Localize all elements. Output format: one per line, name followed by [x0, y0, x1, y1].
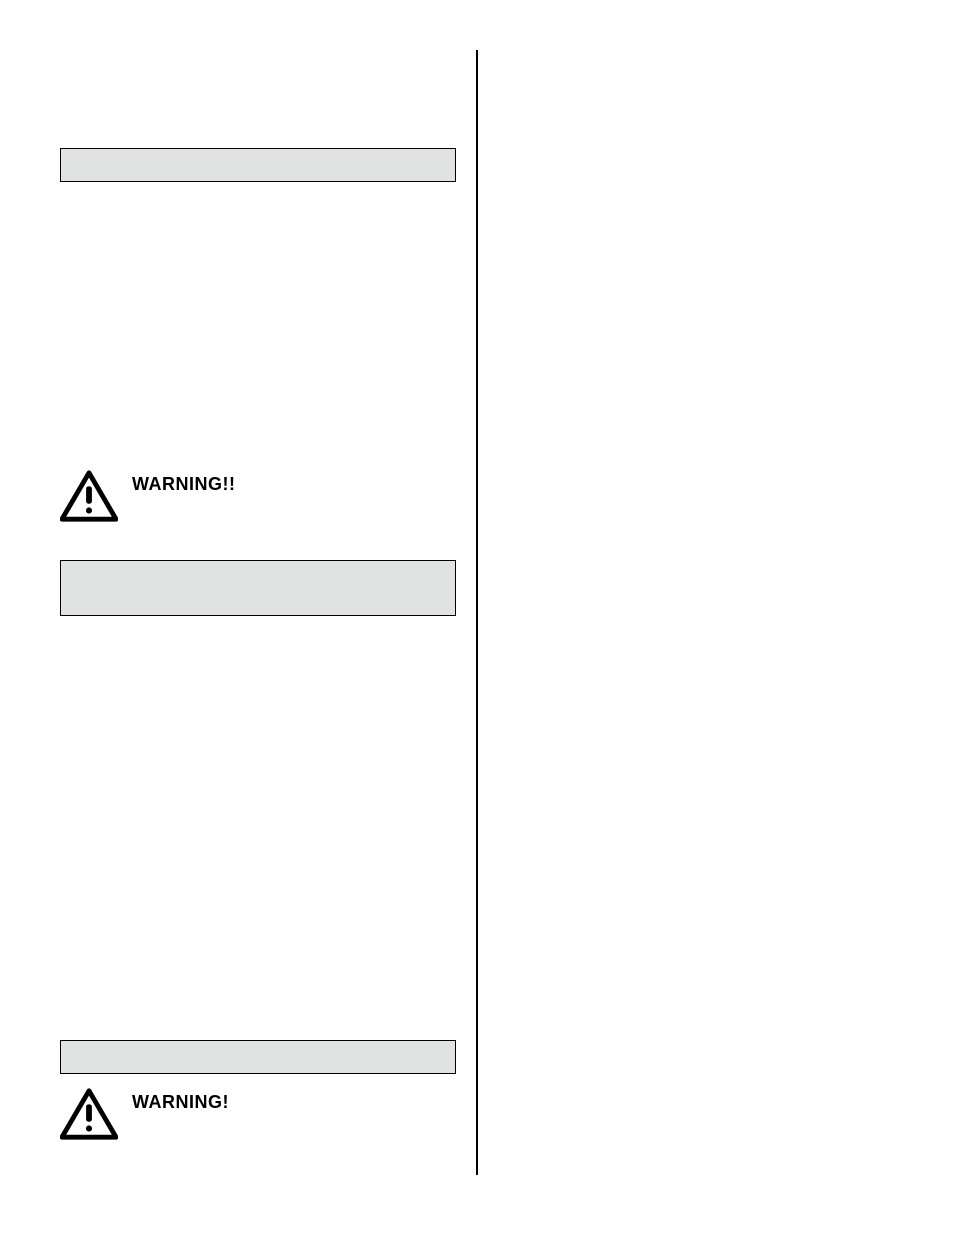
spacer — [60, 616, 456, 1040]
warning-callout-lower: WARNING! — [60, 1088, 456, 1140]
section-heading-bar — [60, 1040, 456, 1074]
column-divider — [476, 50, 478, 1175]
spacer — [60, 522, 456, 560]
warning-triangle-icon — [60, 1088, 118, 1140]
warning-label: WARNING! — [132, 1092, 229, 1113]
spacer — [60, 182, 456, 470]
spacer — [60, 1074, 456, 1088]
section-heading-bar — [60, 560, 456, 616]
spacer — [60, 50, 456, 148]
warning-label: WARNING!! — [132, 474, 235, 495]
left-column: WARNING!! WARNING! — [60, 50, 456, 1175]
document-page: WARNING!! WARNING! — [0, 0, 954, 1235]
right-column — [498, 50, 894, 1175]
two-column-layout: WARNING!! WARNING! — [60, 50, 894, 1175]
warning-triangle-icon — [60, 470, 118, 522]
warning-callout-upper: WARNING!! — [60, 470, 456, 522]
section-heading-bar — [60, 148, 456, 182]
